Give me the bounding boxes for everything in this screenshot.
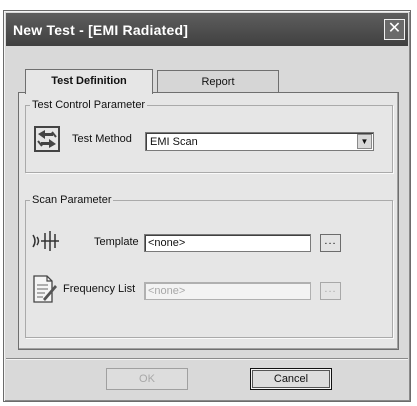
tab-label: Test Definition <box>51 75 127 87</box>
new-test-dialog: New Test - [EMI Radiated] ✕ Test Definit… <box>3 10 411 402</box>
frequency-list-browse-button[interactable]: ... <box>320 282 341 300</box>
scan-parameter-legend: Scan Parameter <box>32 194 112 206</box>
frequency-list-label: Frequency List <box>63 283 136 295</box>
title-bar[interactable]: New Test - [EMI Radiated] ✕ <box>6 13 408 46</box>
chevron-down-icon[interactable]: ▼ <box>357 134 372 149</box>
separator <box>6 358 408 360</box>
antenna-signal-icon <box>32 231 59 251</box>
test-method-label: Test Method <box>72 133 132 145</box>
close-button[interactable]: ✕ <box>384 19 405 40</box>
test-control-legend: Test Control Parameter <box>32 99 146 111</box>
close-icon: ✕ <box>387 20 402 37</box>
document-pen-icon <box>33 275 57 303</box>
window-title: New Test - [EMI Radiated] <box>13 22 189 38</box>
cancel-button[interactable]: Cancel <box>250 368 332 390</box>
scan-parameter-group: Scan Parameter <box>25 194 393 338</box>
dialog-body: Test Definition Report Test Control Para… <box>14 55 402 359</box>
tab-panel-test-definition: Test Control Parameter Test Method EMI S… <box>18 92 399 350</box>
recycle-arrows-icon <box>34 126 60 152</box>
tab-label: Report <box>201 76 235 88</box>
tab-report[interactable]: Report <box>157 70 279 93</box>
ok-button[interactable]: OK <box>106 368 188 390</box>
template-browse-button[interactable]: ... <box>320 234 341 252</box>
frequency-list-field[interactable]: <none> <box>144 282 311 300</box>
template-label: Template <box>94 236 139 248</box>
template-field[interactable]: <none> <box>144 234 311 252</box>
tab-test-definition[interactable]: Test Definition <box>25 69 153 94</box>
test-method-select[interactable]: EMI Scan ▼ <box>145 132 374 151</box>
test-method-value: EMI Scan <box>150 136 198 148</box>
